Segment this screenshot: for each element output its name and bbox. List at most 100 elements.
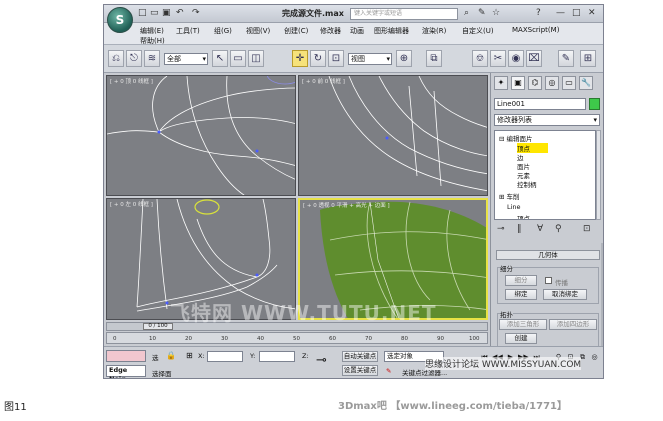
create-tab-icon[interactable]: ✦	[494, 76, 508, 90]
viewport-label[interactable]: [ + 0 顶 0 线框 ]	[110, 77, 153, 85]
maxscript-listener-input[interactable]	[106, 350, 146, 362]
selection-filter-dropdown[interactable]: 全部	[164, 53, 208, 65]
key-mode-icon[interactable]: ⊸	[316, 353, 327, 368]
object-name-field[interactable]: Line001	[494, 98, 586, 110]
viewport-front[interactable]: [ + 0 前 0 线框 ]	[298, 75, 488, 196]
make-unique-icon[interactable]: ∀	[537, 224, 543, 234]
key-filters-icon[interactable]: ✎	[386, 367, 391, 375]
undo-icon[interactable]: ↶	[176, 8, 184, 18]
set-key-button[interactable]: 设置关键点	[342, 365, 378, 376]
search-input[interactable]: 键入关键字或短语	[350, 8, 458, 20]
edit-named-selection-icon[interactable]: ✎	[558, 50, 574, 67]
menu-tools[interactable]: 工具(T)	[176, 26, 200, 36]
move-icon[interactable]: ✛	[292, 50, 308, 67]
menu-rendering[interactable]: 渲染(R)	[422, 26, 446, 36]
spinner-snap-icon[interactable]: ⌧	[526, 50, 542, 67]
close-icon[interactable]: ✕	[588, 8, 596, 18]
viewport-label[interactable]: [ + 0 左 0 线框 ]	[110, 200, 153, 208]
maxscript-listener-output[interactable]: Edge Neig	[106, 365, 146, 378]
bind-button[interactable]: 绑定	[505, 289, 537, 300]
stack-item-handle[interactable]: 控制柄	[517, 179, 537, 189]
pivot-center-icon[interactable]: ⊕	[396, 50, 412, 67]
menu-customize[interactable]: 自定义(U)	[462, 26, 494, 36]
stack-scrollbar[interactable]	[596, 130, 601, 220]
utilities-tab-icon[interactable]: 🔧	[579, 76, 593, 90]
add-triangle-button[interactable]: 添加三角形	[499, 319, 547, 330]
motion-tab-icon[interactable]: ◎	[545, 76, 559, 90]
open-file-icon[interactable]: ▭	[150, 8, 159, 18]
help-icon[interactable]: ?	[536, 8, 541, 18]
select-object-icon[interactable]: ↖	[212, 50, 228, 67]
menu-maxscript[interactable]: MAXScript(M)	[512, 26, 559, 34]
viewport-label[interactable]: [ + 0 透视 0 平滑 + 高光 + 边面 ]	[303, 201, 390, 209]
redo-icon[interactable]: ↷	[192, 8, 200, 18]
stack-item-line[interactable]: Line	[507, 203, 521, 211]
y-coordinate-field[interactable]	[259, 351, 295, 362]
selection-lock-icon[interactable]: 🔒	[166, 351, 176, 360]
show-end-result-icon[interactable]: ‖	[517, 224, 522, 234]
geometry-rollout-header[interactable]: 几何体	[496, 250, 600, 260]
time-slider-thumb[interactable]: 0 / 100	[143, 323, 173, 330]
unlink-icon[interactable]: ⎋	[126, 50, 142, 67]
viewport-label[interactable]: [ + 0 前 0 线框 ]	[302, 77, 345, 85]
modify-tab-icon[interactable]: ▣	[511, 76, 525, 90]
app-logo-button[interactable]: S	[107, 7, 133, 33]
menu-bar: 编辑(E) 工具(T) 组(G) 视图(V) 创建(C) 修改器 动画 图形编辑…	[104, 23, 603, 45]
maximize-icon[interactable]: □	[572, 8, 581, 18]
object-color-swatch[interactable]	[589, 98, 600, 110]
select-by-name-icon[interactable]: ▭	[230, 50, 246, 67]
stack-item-lathe[interactable]: ⊞ 车削	[499, 191, 520, 201]
search-icon[interactable]: ⌕	[464, 8, 469, 18]
add-quad-button[interactable]: 添加四边形	[549, 319, 597, 330]
remove-modifier-icon[interactable]: ⚲	[555, 224, 562, 234]
percent-snap-icon[interactable]: ◉	[508, 50, 524, 67]
unbind-button[interactable]: 取消绑定	[543, 289, 587, 300]
menu-edit[interactable]: 编辑(E)	[140, 26, 164, 36]
bind-space-warp-icon[interactable]: ≋	[144, 50, 160, 67]
tick-label: 100	[469, 336, 480, 342]
rotate-icon[interactable]: ↻	[310, 50, 326, 67]
propagate-checkbox[interactable]	[545, 277, 552, 284]
configure-sets-icon[interactable]: ⊡	[583, 224, 591, 234]
orbit-icon[interactable]: ◎	[590, 352, 599, 362]
pen-icon[interactable]: ✎	[478, 8, 486, 18]
menu-graph-editors[interactable]: 图形编辑器	[374, 26, 409, 36]
angle-snap-icon[interactable]: ✂	[490, 50, 506, 67]
minimize-icon[interactable]: —	[556, 8, 565, 18]
hierarchy-tab-icon[interactable]: ⌬	[528, 76, 542, 90]
snap-icon[interactable]: ⎊	[472, 50, 488, 67]
stack-item-line-vertex[interactable]: 顶点	[517, 213, 530, 219]
display-tab-icon[interactable]: ▭	[562, 76, 576, 90]
save-file-icon[interactable]: ▣	[162, 8, 171, 18]
reference-coordinate-dropdown[interactable]: 视图	[348, 53, 392, 65]
viewport-top[interactable]: [ + 0 顶 0 线框 ]	[106, 75, 296, 196]
front-view-wireframe	[328, 76, 487, 192]
tick-label: 60	[329, 336, 336, 342]
star-icon[interactable]: ☆	[492, 8, 500, 18]
panel-scrollbar[interactable]	[601, 243, 603, 348]
pin-stack-icon[interactable]: ⊸	[497, 224, 505, 234]
new-file-icon[interactable]: □	[138, 8, 147, 18]
auto-key-button[interactable]: 自动关键点	[342, 351, 378, 362]
manipulate-icon[interactable]: ⧉	[426, 50, 442, 67]
absolute-mode-icon[interactable]: ⊞	[186, 351, 193, 360]
modifier-list-dropdown[interactable]: 修改器列表	[494, 114, 600, 126]
y-label: Y:	[250, 352, 256, 360]
x-coordinate-field[interactable]	[207, 351, 243, 362]
menu-create[interactable]: 创建(C)	[284, 26, 308, 36]
mirror-icon[interactable]: ⊞	[580, 50, 596, 67]
stack-item-edit-patch[interactable]: ⊟ 编辑面片	[499, 133, 533, 143]
selection-region-icon[interactable]: ◫	[248, 50, 264, 67]
menu-group[interactable]: 组(G)	[214, 26, 232, 36]
link-icon[interactable]: ⎌	[108, 50, 124, 67]
menu-animation[interactable]: 动画	[350, 26, 364, 36]
menu-view[interactable]: 视图(V)	[246, 26, 270, 36]
create-button[interactable]: 创建	[505, 333, 537, 344]
scale-icon[interactable]: ⊡	[328, 50, 344, 67]
menu-modifiers[interactable]: 修改器	[320, 26, 341, 36]
subdivide-button[interactable]: 细分	[505, 275, 537, 286]
watermark-side: 思缘设计论坛 WWW.MISSYUAN.COM	[425, 357, 582, 370]
track-bar[interactable]: 0 10 20 30 40 50 60 70 80 90 100	[106, 332, 488, 344]
tick-label: 50	[293, 336, 300, 342]
figure-caption: 图11	[4, 402, 27, 413]
